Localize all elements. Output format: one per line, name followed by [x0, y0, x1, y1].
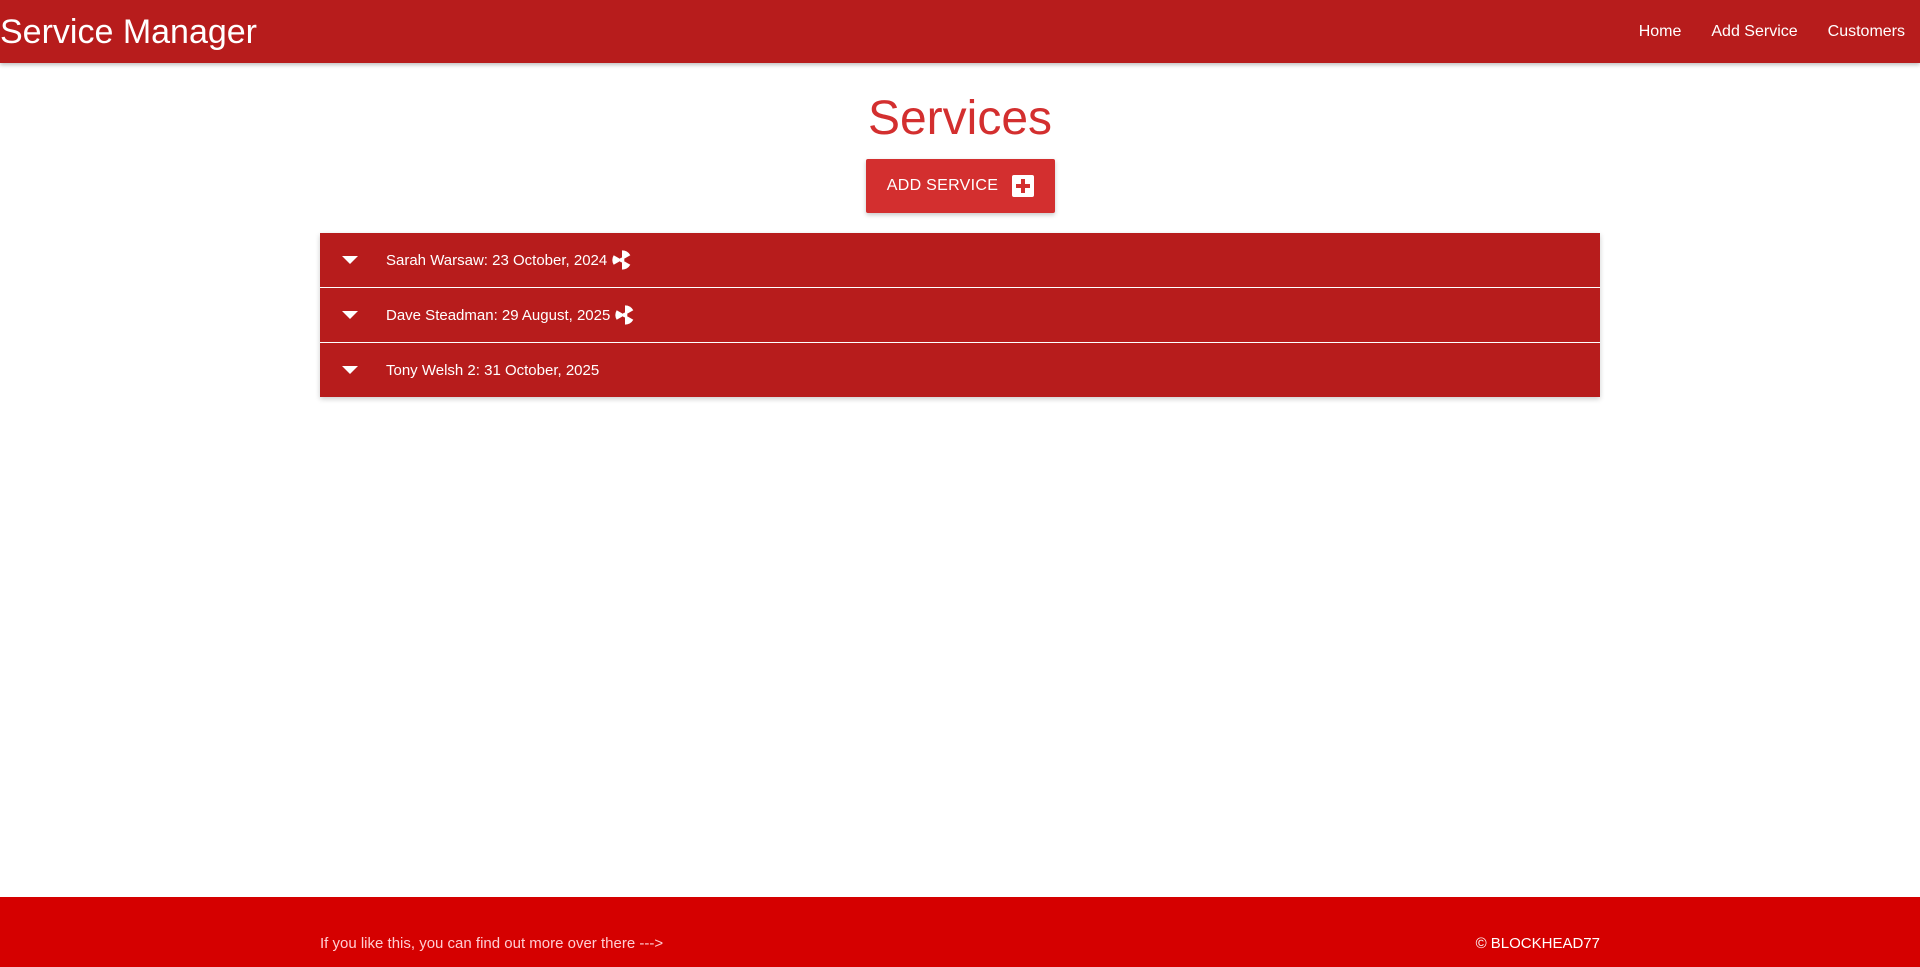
radiation-icon [612, 250, 631, 270]
nav-links: Home Add Service Customers [1609, 0, 1905, 63]
service-item[interactable]: Dave Steadman: 29 August, 2025 [320, 288, 1600, 343]
service-item[interactable]: Sarah Warsaw: 23 October, 2024 [320, 233, 1600, 288]
plus-box-icon [1012, 175, 1035, 197]
caret-down-icon [342, 256, 358, 264]
app-brand[interactable]: Service Manager [0, 12, 257, 52]
top-navbar: Service Manager Home Add Service Custome… [0, 0, 1920, 63]
radiation-icon [615, 305, 634, 325]
page-title: Services [867, 92, 1053, 145]
service-item[interactable]: Tony Welsh 2: 31 October, 2025 [320, 343, 1600, 397]
services-list: Sarah Warsaw: 23 October, 2024 Dave Stea… [320, 233, 1600, 397]
caret-down-icon [342, 366, 358, 374]
nav-add-service-link[interactable]: Add Service [1711, 23, 1797, 41]
service-item-label: Sarah Warsaw: 23 October, 2024 [386, 251, 608, 269]
nav-home-link[interactable]: Home [1639, 23, 1682, 41]
caret-down-icon [342, 311, 358, 319]
nav-customers-link[interactable]: Customers [1828, 23, 1905, 41]
footer-copyright: © BLOCKHEAD77 [1475, 935, 1600, 952]
add-service-button[interactable]: ADD SERVICE [866, 159, 1055, 213]
page-footer: If you like this, you can find out more … [0, 897, 1920, 967]
service-item-label: Tony Welsh 2: 31 October, 2025 [386, 361, 600, 379]
add-service-button-label: ADD SERVICE [886, 177, 999, 194]
footer-info-text: If you like this, you can find out more … [320, 935, 664, 952]
service-item-label: Dave Steadman: 29 August, 2025 [386, 306, 611, 324]
